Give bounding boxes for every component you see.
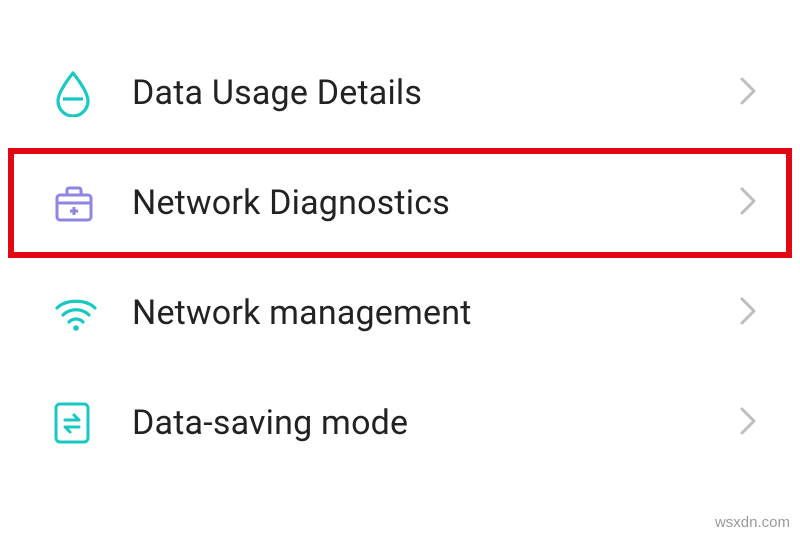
chevron-right-icon xyxy=(738,185,758,221)
list-item-data-saving[interactable]: Data-saving mode xyxy=(0,368,800,478)
list-item-data-usage[interactable]: Data Usage Details xyxy=(0,38,800,148)
chevron-right-icon xyxy=(738,75,758,111)
watermark-text: wsxdn.com xyxy=(715,514,790,531)
list-item-network-management[interactable]: Network management xyxy=(0,258,800,368)
chevron-right-icon xyxy=(738,405,758,441)
chevron-right-icon xyxy=(738,295,758,331)
toolbox-icon xyxy=(52,181,108,225)
list-item-label: Network management xyxy=(108,293,738,333)
settings-list: Data Usage Details Network Diagnostics xyxy=(0,0,800,478)
wifi-icon xyxy=(52,293,108,333)
swap-icon xyxy=(52,400,108,446)
list-item-label: Data-saving mode xyxy=(108,403,738,443)
list-item-label: Network Diagnostics xyxy=(108,183,738,223)
list-item-network-diagnostics[interactable]: Network Diagnostics xyxy=(8,148,792,258)
water-drop-icon xyxy=(52,69,108,117)
list-item-label: Data Usage Details xyxy=(108,73,738,113)
